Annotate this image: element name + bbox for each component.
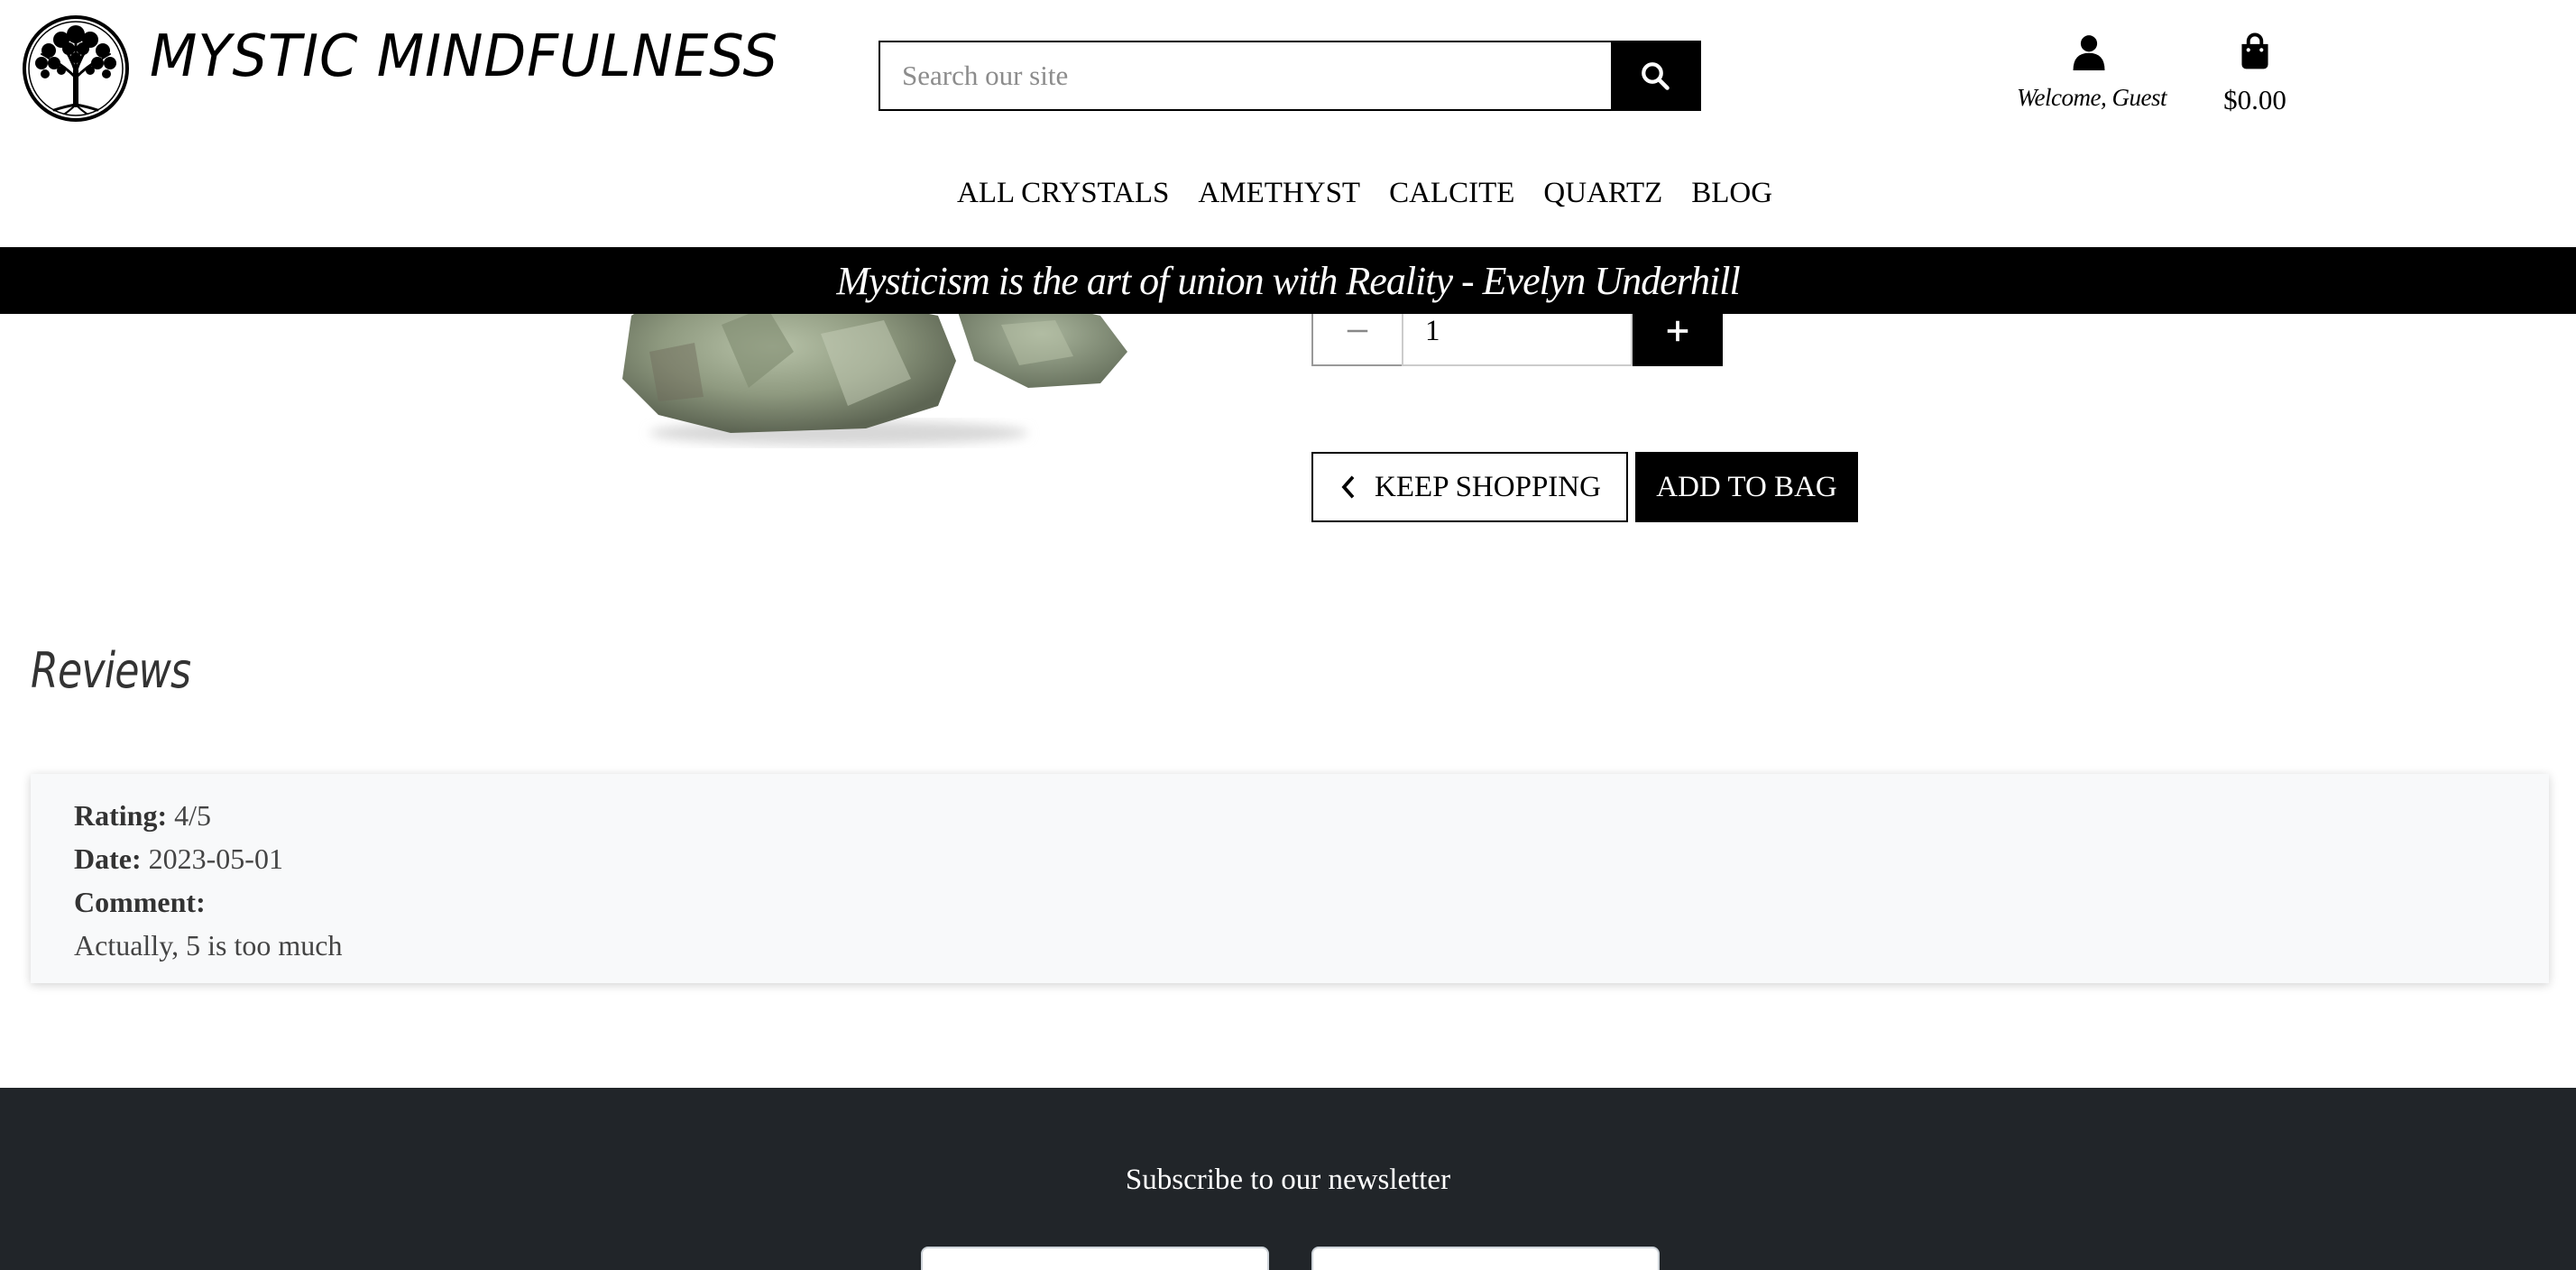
add-to-bag-button[interactable]: ADD TO BAG bbox=[1635, 452, 1858, 522]
site-footer: Subscribe to our newsletter bbox=[0, 1088, 2576, 1270]
newsletter-name-field[interactable] bbox=[921, 1247, 1269, 1270]
comment-label: Comment: bbox=[74, 886, 206, 918]
review-card: Rating: 4/5 Date: 2023-05-01 Comment: Ac… bbox=[31, 774, 2549, 983]
keep-shopping-label: KEEP SHOPPING bbox=[1375, 470, 1601, 503]
nav-item-blog[interactable]: BLOG bbox=[1677, 177, 1787, 210]
logo-link[interactable] bbox=[22, 14, 130, 123]
rating-label: Rating: bbox=[74, 799, 168, 832]
site-title[interactable]: MYSTIC MINDFULNESS bbox=[150, 23, 778, 90]
nav-item-all-crystals[interactable]: ALL CRYSTALS bbox=[943, 177, 1183, 210]
date-label: Date: bbox=[74, 842, 142, 875]
account-label: Welcome, Guest bbox=[2017, 84, 2167, 111]
review-rating: Rating: 4/5 bbox=[74, 794, 2506, 837]
reviews-heading: Reviews bbox=[31, 642, 191, 699]
quote-banner: Mysticism is the art of union with Reali… bbox=[0, 247, 2576, 314]
rating-value: 4/5 bbox=[174, 799, 211, 832]
quote-text: Mysticism is the art of union with Reali… bbox=[836, 258, 1740, 303]
review-comment: Actually, 5 is too much bbox=[74, 929, 343, 962]
search-input[interactable] bbox=[880, 42, 1611, 109]
search-form bbox=[879, 41, 1701, 111]
review-date: Date: 2023-05-01 bbox=[74, 837, 2506, 880]
site-header: MYSTIC MINDFULNESS Welcome, Guest $0.00 … bbox=[0, 0, 2576, 247]
newsletter-email-field[interactable] bbox=[1311, 1247, 1660, 1270]
chevron-left-icon bbox=[1341, 475, 1355, 499]
account-menu[interactable]: Welcome, Guest bbox=[2017, 32, 2167, 112]
nav-item-calcite[interactable]: CALCITE bbox=[1375, 177, 1529, 210]
search-button[interactable] bbox=[1611, 42, 1699, 109]
shopping-bag-link[interactable]: $0.00 bbox=[2212, 32, 2298, 116]
search-icon bbox=[1642, 62, 1670, 90]
plus-icon bbox=[1667, 320, 1688, 342]
nav-item-quartz[interactable]: QUARTZ bbox=[1529, 177, 1677, 210]
tree-of-life-icon bbox=[23, 15, 129, 122]
newsletter-title: Subscribe to our newsletter bbox=[1125, 1164, 1451, 1196]
user-icon bbox=[2073, 35, 2105, 70]
minus-icon bbox=[1347, 329, 1368, 333]
shopping-bag-icon bbox=[2241, 32, 2268, 69]
nav-item-amethyst[interactable]: AMETHYST bbox=[1183, 177, 1375, 210]
keep-shopping-button[interactable]: KEEP SHOPPING bbox=[1311, 452, 1628, 522]
bag-total: $0.00 bbox=[2223, 84, 2286, 115]
nav-list: ALL CRYSTALS AMETHYST CALCITE QUARTZ BLO… bbox=[943, 177, 1787, 210]
date-value: 2023-05-01 bbox=[148, 842, 283, 875]
review-comment-label: Comment: bbox=[74, 880, 2506, 924]
